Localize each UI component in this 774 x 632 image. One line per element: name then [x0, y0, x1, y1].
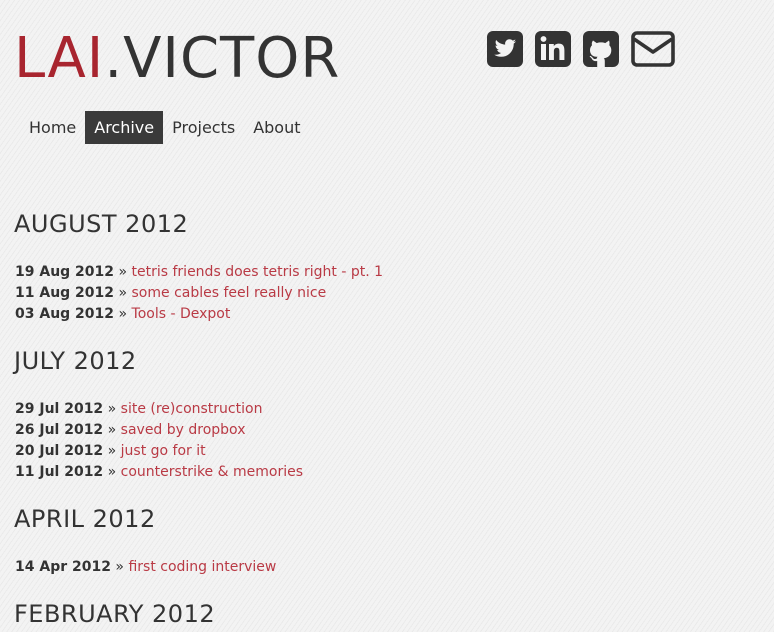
- twitter-link[interactable]: [487, 30, 523, 68]
- post-entry: 19 Aug 2012 » tetris friends does tetris…: [15, 262, 383, 283]
- archive-post-list: 29 Jul 2012 » site (re)construction 26 J…: [15, 399, 303, 483]
- post-date: 20 Jul 2012: [15, 443, 104, 459]
- post-entry: 26 Jul 2012 » saved by dropbox: [15, 420, 303, 441]
- post-date: 14 Apr 2012: [15, 559, 111, 575]
- archive-month-heading: APRIL 2012: [14, 505, 156, 533]
- post-date: 11 Aug 2012: [15, 285, 115, 301]
- post-date: 11 Jul 2012: [15, 464, 104, 480]
- mail-icon: [631, 31, 675, 67]
- nav-about[interactable]: About: [244, 111, 309, 144]
- logo-second-part: .VICTOR: [104, 26, 341, 91]
- twitter-icon: [487, 31, 523, 67]
- archive-post-list: 14 Apr 2012 » first coding interview: [15, 557, 276, 578]
- linkedin-icon: [535, 31, 571, 67]
- post-date: 03 Aug 2012: [15, 306, 115, 322]
- post-separator: »: [107, 422, 117, 438]
- post-link[interactable]: just go for it: [121, 443, 206, 459]
- post-separator: »: [107, 401, 117, 417]
- email-link[interactable]: [631, 30, 675, 68]
- post-date: 29 Jul 2012: [15, 401, 104, 417]
- post-separator: »: [107, 464, 117, 480]
- post-link[interactable]: tetris friends does tetris right - pt. 1: [132, 264, 384, 280]
- post-link[interactable]: saved by dropbox: [121, 422, 246, 438]
- post-link[interactable]: some cables feel really nice: [132, 285, 327, 301]
- post-link[interactable]: Tools - Dexpot: [132, 306, 231, 322]
- archive-month-heading: FEBRUARY 2012: [14, 600, 216, 628]
- post-separator: »: [107, 443, 117, 459]
- post-entry: 11 Jul 2012 » counterstrike & memories: [15, 462, 303, 483]
- post-entry: 20 Jul 2012 » just go for it: [15, 441, 303, 462]
- post-entry: 03 Aug 2012 » Tools - Dexpot: [15, 304, 383, 325]
- github-link[interactable]: [583, 30, 619, 68]
- post-date: 19 Aug 2012: [15, 264, 115, 280]
- post-separator: »: [115, 559, 124, 575]
- archive-month-heading: JULY 2012: [14, 347, 137, 375]
- post-link[interactable]: counterstrike & memories: [121, 464, 303, 480]
- nav-home[interactable]: Home: [20, 111, 85, 144]
- logo-first-part: LAI: [14, 26, 105, 91]
- github-icon: [583, 31, 619, 67]
- archive-month-heading: AUGUST 2012: [14, 210, 189, 238]
- nav-archive[interactable]: Archive: [85, 111, 164, 144]
- site-logo[interactable]: LAI.VICTOR: [14, 26, 340, 92]
- post-separator: »: [118, 264, 128, 280]
- post-link[interactable]: site (re)construction: [121, 401, 263, 417]
- post-separator: »: [118, 285, 128, 301]
- post-separator: »: [118, 306, 128, 322]
- post-entry: 14 Apr 2012 » first coding interview: [15, 557, 276, 578]
- post-entry: 29 Jul 2012 » site (re)construction: [15, 399, 303, 420]
- archive-post-list: 19 Aug 2012 » tetris friends does tetris…: [15, 262, 383, 325]
- main-nav: Home Archive Projects About: [20, 111, 310, 144]
- post-date: 26 Jul 2012: [15, 422, 104, 438]
- post-link[interactable]: first coding interview: [128, 559, 276, 575]
- nav-projects[interactable]: Projects: [163, 111, 244, 144]
- linkedin-link[interactable]: [535, 30, 571, 68]
- post-entry: 11 Aug 2012 » some cables feel really ni…: [15, 283, 383, 304]
